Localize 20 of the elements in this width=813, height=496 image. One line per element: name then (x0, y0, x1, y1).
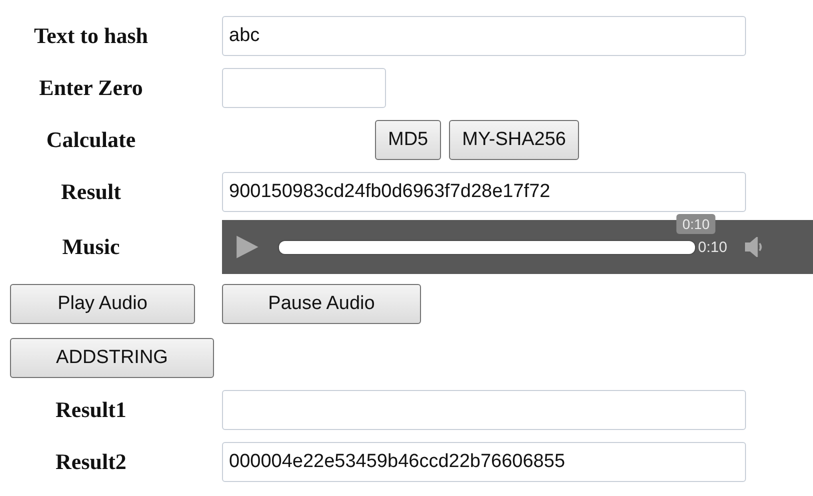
field-label: Text to hash (32, 23, 150, 49)
input-field[interactable] (222, 390, 746, 430)
input-field[interactable]: abc (222, 16, 746, 56)
play-icon[interactable] (234, 233, 260, 261)
play-audio-button[interactable]: Play Audio (10, 284, 195, 324)
input-field[interactable]: 000004e22e53459b46ccd22b76606855 (222, 442, 746, 482)
field-label: Result (60, 179, 122, 205)
time-tooltip: 0:10 (676, 214, 716, 234)
addstring-button[interactable]: ADDSTRING (10, 338, 214, 378)
field-label: Music (61, 234, 121, 260)
field-label: Calculate (45, 127, 137, 153)
md5-button[interactable]: MD5 (375, 120, 442, 160)
field-label: Result1 (54, 397, 128, 423)
field-label: Enter Zero (38, 75, 144, 101)
field-label: Result2 (54, 449, 128, 475)
input-field[interactable]: 900150983cd24fb0d6963f7d28e17f72 (222, 172, 746, 212)
input-field[interactable] (222, 68, 386, 108)
time-display: 0:10 (698, 238, 728, 256)
pause-audio-button[interactable]: Pause Audio (222, 284, 421, 324)
sha256-button[interactable]: MY-SHA256 (449, 120, 579, 160)
